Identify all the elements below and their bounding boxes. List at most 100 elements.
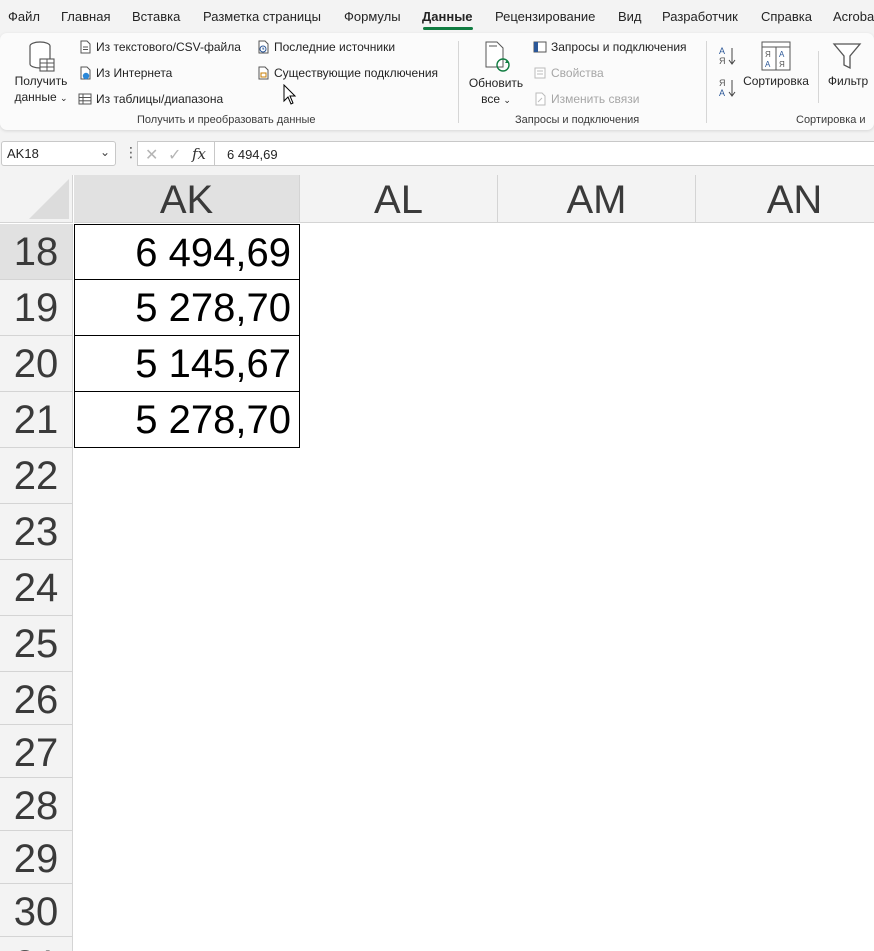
cell-ak20[interactable]: 5 145,67	[74, 336, 300, 392]
column-header-an[interactable]: AN	[696, 175, 874, 223]
tab-developer[interactable]: Разработчик	[662, 9, 738, 24]
cell-ak21[interactable]: 5 278,70	[74, 392, 300, 448]
from-table-button[interactable]: Из таблицы/диапазона	[78, 92, 223, 106]
row-header[interactable]: 31	[0, 937, 73, 951]
from-web-button[interactable]: Из Интернета	[78, 66, 172, 80]
cell-ak19[interactable]: 5 278,70	[74, 280, 300, 336]
from-table-label: Из таблицы/диапазона	[96, 92, 224, 106]
row-header[interactable]: 25	[0, 616, 73, 672]
sort-za-icon: Я А	[719, 78, 736, 98]
row-header[interactable]: 21	[0, 392, 73, 448]
table-icon	[78, 93, 92, 105]
svg-text:А: А	[765, 60, 771, 69]
vertical-dots-icon[interactable]: ⋮	[124, 144, 138, 161]
tab-data[interactable]: Данные	[422, 9, 473, 24]
svg-text:Я: Я	[779, 60, 785, 69]
name-box[interactable]: AK18 ⌄	[1, 141, 116, 166]
refresh-icon	[485, 41, 510, 72]
row-header[interactable]: 28	[0, 778, 73, 831]
name-box-value: AK18	[7, 146, 39, 161]
existing-connections-label: Существующие подключения	[274, 66, 439, 80]
ribbon: Получить данные ⌄ Из текстового/CSV-файл…	[0, 33, 874, 130]
svg-text:А: А	[779, 50, 785, 59]
group-label-sort: Сортировка и	[796, 114, 866, 126]
insert-function-icon[interactable]: fx	[192, 145, 206, 163]
sort-descending-button[interactable]: Я А	[718, 77, 738, 99]
clock-file-icon	[258, 40, 269, 54]
filter-button[interactable]: Фильтр	[822, 39, 874, 99]
enter-check-icon[interactable]: ✓	[168, 145, 181, 165]
column-header-al[interactable]: AL	[300, 175, 498, 223]
ribbon-tabs: Файл Главная Вставка Разметка страницы Ф…	[0, 0, 874, 33]
filter-funnel-icon	[832, 43, 862, 70]
mouse-pointer-icon	[283, 84, 297, 105]
row-header[interactable]: 29	[0, 831, 73, 884]
column-header-am[interactable]: AM	[498, 175, 696, 223]
refresh-all-button[interactable]: Обновить все ⌄	[466, 39, 526, 109]
tab-page-layout[interactable]: Разметка страницы	[203, 9, 321, 24]
svg-text:А: А	[719, 88, 725, 98]
select-all-corner[interactable]	[0, 175, 73, 223]
edit-links-button[interactable]: Изменить связи	[533, 92, 639, 106]
properties-label: Свойства	[551, 66, 604, 80]
row-header[interactable]: 30	[0, 884, 73, 937]
ribbon-separator	[706, 41, 707, 123]
from-text-csv-button[interactable]: Из текстового/CSV-файла	[78, 40, 241, 54]
ribbon-separator	[818, 51, 819, 103]
row-header[interactable]: 26	[0, 672, 73, 725]
tab-help[interactable]: Справка	[761, 9, 812, 24]
row-header[interactable]: 20	[0, 336, 73, 392]
tab-view[interactable]: Вид	[618, 9, 642, 24]
tab-home[interactable]: Главная	[61, 9, 110, 24]
cancel-icon[interactable]: ✕	[145, 145, 158, 165]
formula-buttons: ✕ ✓ fx	[137, 141, 214, 166]
formula-input[interactable]: 6 494,69	[214, 141, 874, 166]
sort-az-icon: А Я	[719, 46, 736, 66]
existing-connections-button[interactable]: Существующие подключения	[256, 66, 438, 80]
row-header[interactable]: 27	[0, 725, 73, 778]
tab-insert[interactable]: Вставка	[132, 9, 180, 24]
queries-pane-icon	[533, 41, 547, 53]
get-data-button[interactable]: Получить данные ⌄	[8, 39, 72, 109]
from-text-csv-label: Из текстового/CSV-файла	[96, 40, 241, 54]
chevron-down-icon: ⌄	[60, 93, 68, 103]
get-data-label: Получить данные ⌄	[14, 74, 68, 104]
from-web-label: Из Интернета	[96, 66, 173, 80]
queries-connections-button[interactable]: Запросы и подключения	[533, 40, 687, 54]
svg-text:Я: Я	[719, 56, 726, 66]
row-header[interactable]: 24	[0, 560, 73, 616]
sort-button[interactable]: Я А А Я Сортировка	[740, 39, 812, 99]
edit-links-icon	[535, 92, 546, 106]
properties-button[interactable]: Свойства	[533, 66, 604, 80]
recent-sources-label: Последние источники	[274, 40, 396, 54]
svg-text:А: А	[719, 46, 725, 56]
text-file-icon	[80, 40, 91, 54]
tab-acrobat[interactable]: Acroba	[833, 9, 874, 24]
row-header[interactable]: 19	[0, 280, 73, 336]
active-tab-indicator	[423, 27, 473, 30]
row-header[interactable]: 18	[0, 224, 73, 280]
worksheet-grid[interactable]: AK AL AM AN 18 19 20 21 22 23 24 25 26 2…	[0, 175, 874, 951]
tab-file[interactable]: Файл	[8, 9, 40, 24]
queries-connections-label: Запросы и подключения	[551, 40, 687, 54]
ribbon-separator	[458, 41, 459, 123]
group-label-queries: Запросы и подключения	[515, 114, 640, 126]
chevron-down-icon[interactable]: ⌄	[100, 145, 110, 159]
sort-ascending-button[interactable]: А Я	[718, 45, 738, 67]
refresh-all-label: Обновить все ⌄	[468, 76, 524, 106]
row-header[interactable]: 22	[0, 448, 73, 504]
web-file-icon	[80, 66, 91, 80]
row-header[interactable]: 23	[0, 504, 73, 560]
cell-ak18[interactable]: 6 494,69	[74, 224, 300, 280]
database-icon	[29, 41, 55, 72]
tab-review[interactable]: Рецензирование	[495, 9, 595, 24]
group-label-get-transform: Получить и преобразовать данные	[137, 114, 316, 126]
column-header-ak[interactable]: AK	[74, 175, 300, 223]
properties-icon	[534, 67, 546, 79]
chevron-down-icon: ⌄	[503, 95, 511, 105]
svg-text:Я: Я	[765, 50, 771, 59]
recent-sources-button[interactable]: Последние источники	[256, 40, 395, 54]
svg-text:Я: Я	[719, 78, 726, 88]
tab-formulas[interactable]: Формулы	[344, 9, 401, 24]
sort-dialog-icon: Я А А Я	[761, 41, 791, 71]
